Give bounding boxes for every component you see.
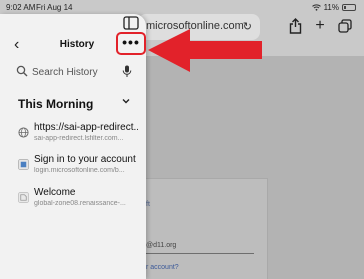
history-item-title: Welcome <box>34 187 76 198</box>
history-item-url: sai-app-redirect.lsfilter.com... <box>34 135 124 142</box>
history-item-url: global-zone08.renaissance-... <box>34 200 126 207</box>
history-item-url: login.microsoftonline.com/b... <box>34 167 125 174</box>
login-account-link: r account? <box>146 264 179 271</box>
favicon-icon <box>18 192 29 203</box>
status-bar: 9:02 AM Fri Aug 14 11% <box>0 0 364 14</box>
status-date: Fri Aug 14 <box>36 3 73 12</box>
wifi-icon <box>311 4 321 11</box>
search-icon <box>16 65 28 77</box>
annotation-arrow <box>148 29 262 72</box>
tabs-overview-icon[interactable] <box>334 15 356 37</box>
login-input-underline <box>146 253 254 254</box>
history-item-title: https://sai-app-redirect... <box>34 122 138 133</box>
status-time: 9:02 AM <box>6 3 36 12</box>
search-history-input[interactable] <box>32 65 118 79</box>
history-item[interactable]: https://sai-app-redirect... sai-app-redi… <box>0 120 146 154</box>
history-item[interactable]: Welcome global-zone08.renaissance-... <box>0 185 146 219</box>
login-brand-text: ft <box>146 201 150 208</box>
share-icon[interactable] <box>284 15 306 37</box>
history-item-title: Sign in to your account <box>34 154 136 165</box>
history-item[interactable]: Sign in to your account login.microsofto… <box>0 152 146 186</box>
battery-icon <box>342 4 356 11</box>
history-search <box>16 65 136 79</box>
battery-percent: 11% <box>323 3 339 12</box>
globe-icon <box>18 127 29 138</box>
status-right: 11% <box>311 3 356 12</box>
sidebar-toggle-icon[interactable] <box>123 16 139 30</box>
history-panel: ‹ History ••• This Morning https://sai-a… <box>0 14 146 279</box>
section-title: This Morning <box>18 97 94 111</box>
chevron-down-icon[interactable] <box>121 96 131 106</box>
new-tab-button[interactable]: + <box>309 15 331 37</box>
favicon-icon <box>18 159 29 170</box>
login-card: ft @d11.org r account? <box>127 178 268 279</box>
more-options-button[interactable]: ••• <box>116 32 146 55</box>
microphone-icon[interactable] <box>122 65 132 78</box>
login-email-text: @d11.org <box>146 242 177 249</box>
